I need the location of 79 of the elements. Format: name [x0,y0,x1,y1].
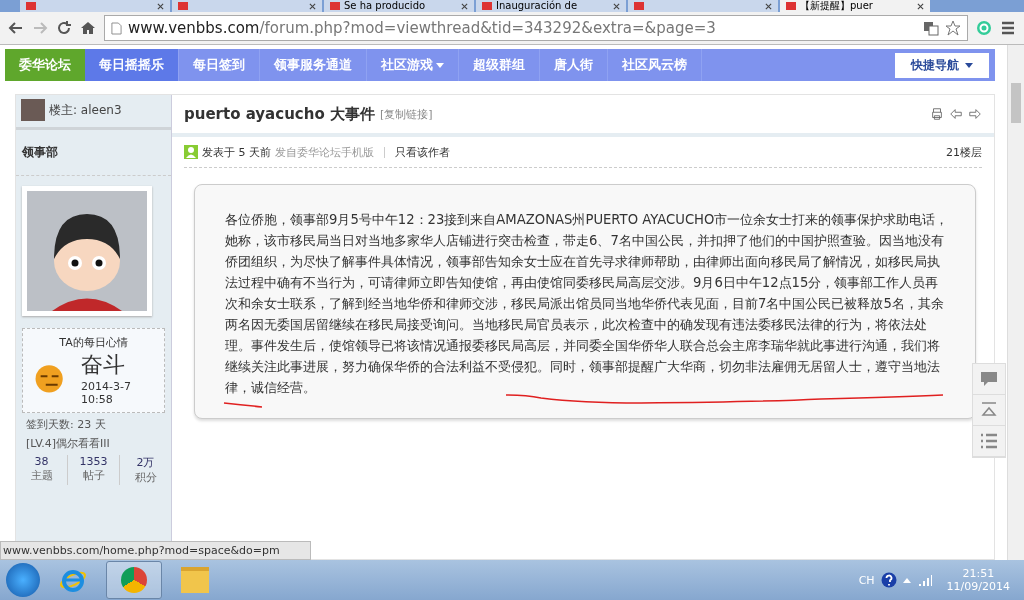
tab-title: Inauguración de [496,0,579,12]
favicon-icon [178,2,188,10]
address-bar[interactable]: www.venbbs.com/forum.php?mod=viewthread&tid=343292&extra=&page=3 [104,15,968,41]
tab-title: 【新提醒】puer [800,0,874,12]
post-time: 发表于 5 天前 [202,144,271,160]
stat-label: 主题 [30,468,53,483]
nav-link[interactable]: 唐人街 [540,49,608,81]
mood-text: 奋斗 [81,351,126,379]
avatar-drawing[interactable] [22,186,152,316]
signin-days: 签到天数: 23 天 [16,413,171,432]
nav-link[interactable]: 社区游戏 [367,49,459,81]
copy-link[interactable]: [复制链接] [379,106,433,122]
quick-nav-button[interactable]: 快捷导航 [895,52,989,78]
nav-link[interactable]: 每日签到 [179,49,260,81]
underline-annotation [223,402,263,408]
close-icon[interactable] [765,2,772,10]
help-icon[interactable] [880,572,897,588]
favicon-icon [482,2,492,10]
post-body: 各位侨胞，领事部9月5号中午12：23接到来自AMAZONAS州PUERTO AYACUCHO市一位余女士打来的领事保护求助电话，她称，该市移民局当日对当地多家华人店铺进行突击检查，带走6、7名中国公民，并扣押了他们的中国护照查验。因当地没有侨团组织，为尽快了解事件具体情况，领事部告知余女士应在首先寻求律师帮助，由律师出面向移民局了解情况，如移民局执法过程中确有不当行为，可请律师立即告知使馆，再由使馆同委移民局高层交涉。9月6日中午12点15分，领事部工作人员再次和余女士联系，了解到经当地华侨和律师交涉，移民局派出馆员同当地华侨代表见面，目前7名中国公民已被释放5名，其余两名因无委国居留继续在移民局接受询问。当地移民局官员表示，此次检查中的确发现有违法委移民法律的行为，将依法处理。事件发生后，使馆领导已将该情况通报委移民局高层，并同委全国华侨华人联合总会主席李瑞华就此事进行沟通，我们将继续关注此事进展，努力确保华侨的合法利益不受侵犯。同时，领事部提醒广大华商，切勿非法雇佣无居留人士，遵守当地法律，诚信经营。 [225,211,949,397]
previous-arrow-icon[interactable] [949,107,963,121]
avatar-thumbnail [21,99,45,121]
close-icon[interactable] [613,2,620,10]
nav-link[interactable]: 社区风云榜 [608,49,702,81]
mood-title: TA的每日心情 [58,335,129,350]
tray-arrow-icon[interactable] [902,577,911,583]
user-icon [184,145,198,159]
browser-tab[interactable]: Se ha producido [324,0,474,12]
status-url: www.venbbs.com/home.php?mod=space&do=pm [0,541,311,560]
page-icon [111,21,122,35]
stat-value[interactable]: 38 [34,455,49,468]
signal-bars-icon[interactable] [916,572,933,588]
stat-label: 帖子 [82,468,105,483]
mood-date: 2014-3-7 [81,380,131,393]
only-author-link[interactable]: 只看该作者 [395,144,450,160]
stat-value[interactable]: 2万 [136,455,155,470]
clock-date[interactable]: 11/09/2014 [946,580,1010,593]
user-group: 领事部 [16,130,171,176]
user-level: [LV.4]偶尔看看III [25,436,111,451]
browser-tab[interactable] [172,0,322,12]
translate-icon[interactable] [923,20,939,36]
nav-link[interactable]: 超级群组 [459,49,540,81]
post-source: 发自委华论坛手机版 [275,144,374,160]
url-text: www.venbbs.com/forum.php?mod=viewthread&tid=343292&extra=&page=3 [128,19,717,37]
home-icon[interactable] [80,20,96,36]
browser-tab[interactable] [20,0,170,12]
menu-icon[interactable] [1000,20,1016,36]
mood-time: 10:58 [81,393,114,406]
thread-title: puerto ayacucho 大事件 [184,104,375,124]
stat-label: 积分 [134,470,157,485]
forward-icon[interactable] [32,20,48,36]
stat-value[interactable]: 1353 [79,455,108,468]
scrollbar[interactable] [1007,45,1024,560]
favicon-icon [26,2,36,10]
browser-tab[interactable]: Inauguración de [476,0,626,12]
back-icon[interactable] [8,20,24,36]
author-name[interactable]: 楼主: aleen3 [49,101,122,119]
favicon-icon [330,2,340,10]
favicon-icon [634,2,644,10]
star-icon[interactable] [945,20,961,36]
close-icon[interactable] [917,2,924,10]
caret-icon[interactable] [965,62,973,68]
close-icon[interactable] [461,2,468,10]
browser-tab[interactable] [628,0,778,12]
extension-icon[interactable] [976,20,992,36]
tab-title: Se ha producido [344,0,427,12]
start-button[interactable] [6,563,40,597]
floor-number: 21楼层 [946,144,982,160]
next-arrow-icon[interactable] [968,107,982,121]
close-icon[interactable] [157,2,164,10]
forum-logo[interactable]: 委华论坛 [5,49,85,81]
favicon-icon [786,2,796,10]
print-icon[interactable] [930,107,944,121]
language-indicator[interactable]: CH [858,573,875,587]
browser-tab[interactable]: 【新提醒】puer [780,0,930,12]
nav-link[interactable]: 领事服务通道 [260,49,367,81]
nav-link[interactable]: 每日摇摇乐 [85,49,179,81]
clock-time[interactable]: 21:51 [962,567,995,580]
close-icon[interactable] [309,2,316,10]
reload-icon[interactable] [56,20,72,36]
